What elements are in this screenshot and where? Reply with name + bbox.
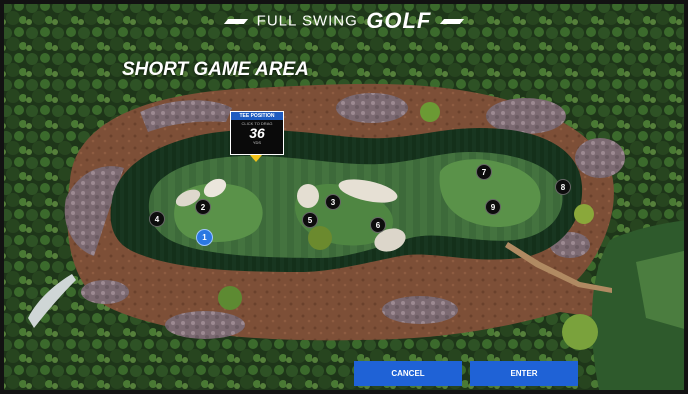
target-marker-1[interactable]: 1	[196, 229, 213, 246]
area-title: SHORT GAME AREA	[122, 59, 309, 80]
tee-position-box[interactable]: TEE POSITION CLICK TO DRAG 36 YDS	[230, 111, 284, 155]
tree-2	[574, 204, 594, 224]
target-marker-5[interactable]: 5	[302, 212, 318, 228]
target-marker-8[interactable]: 8	[555, 179, 571, 195]
brand-logo: FULL SWING GOLF	[0, 8, 688, 34]
tree-3	[218, 286, 242, 310]
flower-bed-right	[575, 138, 625, 178]
target-marker-9[interactable]: 9	[485, 199, 501, 215]
game-screen: FULL SWING GOLF SHORT GAME AREA TEE POSI…	[0, 0, 688, 394]
logo-slash-left	[224, 18, 249, 24]
tee-distance: 36	[249, 125, 265, 141]
tee-position-header: TEE POSITION	[231, 112, 283, 120]
flower-bed-bottom-1	[382, 296, 458, 324]
bunker-3	[297, 184, 319, 208]
target-marker-3[interactable]: 3	[325, 194, 341, 210]
tee-pointer-icon[interactable]	[250, 155, 262, 162]
target-marker-6[interactable]: 6	[370, 217, 386, 233]
brand-name: GOLF	[366, 8, 432, 33]
enter-button[interactable]: ENTER	[470, 361, 578, 386]
target-marker-4[interactable]: 4	[149, 211, 165, 227]
tree-1	[308, 226, 332, 250]
target-marker-7[interactable]: 7	[476, 164, 492, 180]
target-marker-2[interactable]: 2	[195, 199, 211, 215]
flower-bed-upper-mid	[336, 93, 408, 123]
brand-prefix: FULL SWING	[256, 12, 358, 30]
logo-slash-right	[439, 18, 464, 24]
tree-5	[420, 102, 440, 122]
cancel-button[interactable]: CANCEL	[354, 361, 462, 386]
flower-bed-upper-right	[486, 98, 566, 134]
flower-bed-bottom-3	[81, 280, 129, 304]
course-map[interactable]	[0, 0, 688, 394]
tree-4	[562, 314, 598, 350]
tee-distance-unit: YDS	[252, 140, 262, 145]
flower-bed-bottom-2	[165, 311, 245, 339]
